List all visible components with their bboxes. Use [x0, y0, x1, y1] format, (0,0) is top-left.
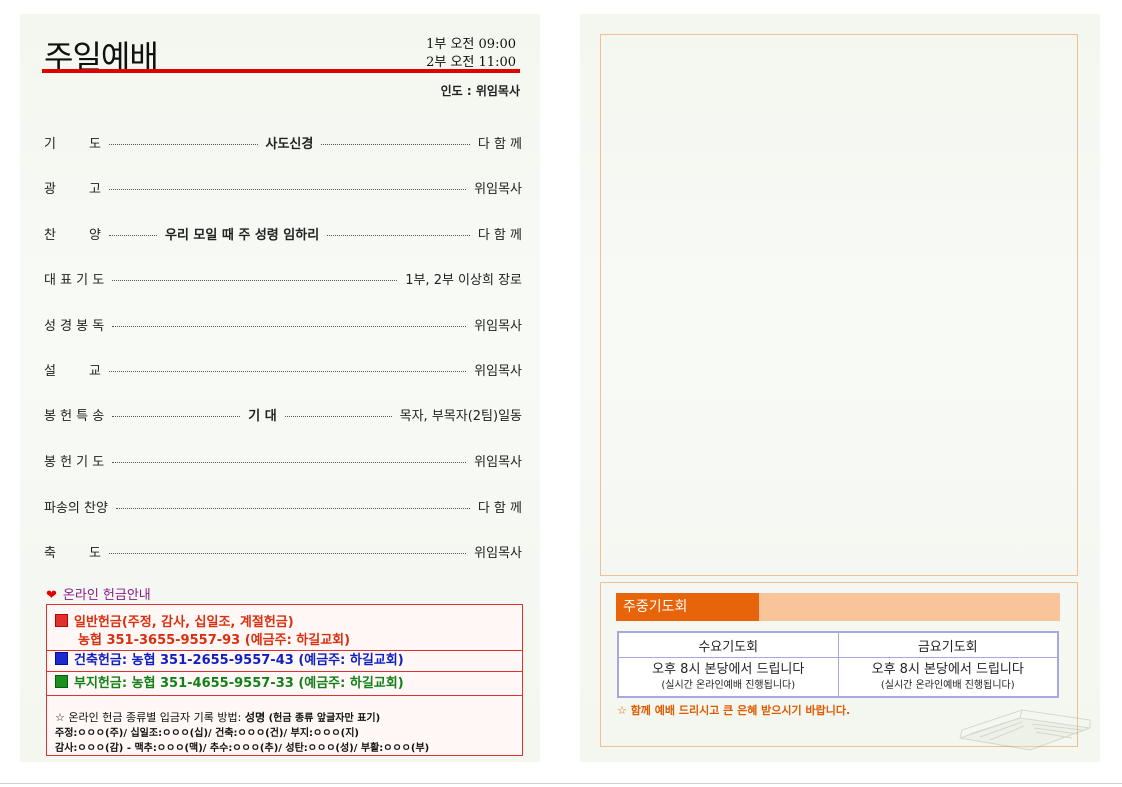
prayer-footer: ☆ 함께 예배 드리시고 큰 은혜 받으시기 바랍니다.	[617, 704, 851, 717]
order-label: 파송의 찬양	[44, 500, 108, 516]
prayer-header-row: 수요기도회 금요기도회	[617, 631, 1059, 658]
dot-leader	[327, 234, 470, 236]
order-row: 광 고 위임목사	[44, 177, 522, 197]
order-label: 기 도	[44, 136, 101, 152]
service-leader: 인도 : 위임목사	[440, 84, 520, 98]
offering-note: ☆ 온라인 헌금 종류별 입금자 기록 방법: 성명 (헌금 종류 앞글자만 표…	[55, 710, 515, 756]
bottom-divider	[0, 783, 1122, 784]
order-label: 봉 헌 기 도	[44, 454, 105, 470]
dot-leader	[321, 143, 470, 145]
dot-leader	[108, 234, 157, 236]
order-row: 봉 헌 특 송 기 대 목자, 부목자(2팀)일동	[44, 404, 522, 424]
square-bullet-icon	[55, 675, 68, 688]
order-label: 축 도	[44, 545, 101, 561]
dot-leader	[108, 143, 258, 145]
friday-main: 오후 8시 본당에서 드립니다	[871, 661, 1024, 677]
square-bullet-icon	[55, 652, 68, 665]
order-row: 성 경 봉 독 위임목사	[44, 314, 522, 334]
square-bullet-icon	[55, 614, 68, 627]
dot-leader	[112, 279, 398, 281]
order-person: 다 함 께	[477, 500, 522, 516]
general-offering-account: 농협 351-3655-9557-93 (예금주: 하길교회)	[78, 633, 351, 648]
note-line-2: 주정:ㅇㅇㅇ(주)/ 십일조:ㅇㅇㅇ(십)/ 건축:ㅇㅇㅇ(건)/ 부지:ㅇㅇㅇ…	[55, 728, 359, 739]
order-person: 위임목사	[474, 363, 522, 379]
service-time-1: 1부 오전 09:00	[426, 37, 516, 52]
land-offering: 부지헌금: 농협 351-4655-9557-33 (예금주: 하길교회)	[47, 672, 522, 696]
order-row: 찬 양 우리 모일 때 주 성령 임하리 다 함 께	[44, 223, 522, 243]
dot-leader	[112, 325, 467, 327]
title-underline	[42, 69, 520, 73]
order-label: 봉 헌 특 송	[44, 408, 105, 424]
general-offering: 일반헌금(주정, 감사, 십일조, 계절헌금) 농협 351-3655-9557…	[47, 605, 522, 651]
order-row: 기 도 사도신경 다 함 께	[44, 132, 522, 152]
dot-leader	[108, 370, 467, 372]
wednesday-cell: 오후 8시 본당에서 드립니다 (실시간 온라인예배 진행됩니다)	[617, 657, 839, 698]
order-row: 설 교 위임목사	[44, 359, 522, 379]
offering-box: 일반헌금(주정, 감사, 십일조, 계절헌금) 농협 351-3655-9557…	[46, 604, 523, 756]
dot-leader	[115, 507, 470, 509]
wednesday-main: 오후 8시 본당에서 드립니다	[652, 661, 805, 677]
open-book-image	[959, 709, 1091, 751]
order-label: 설 교	[44, 363, 101, 379]
note-intro: ☆ 온라인 헌금 종류별 입금자 기록 방법:	[55, 711, 245, 724]
order-person: 위임목사	[474, 318, 522, 334]
order-label: 성 경 봉 독	[44, 318, 105, 334]
note-suffix: (헌금 종류 앞글자만 표기)	[265, 713, 381, 724]
prayer-header-bar: 주중기도회	[616, 593, 1060, 621]
order-item: 사도신경	[265, 136, 314, 152]
service-times: 1부 오전 09:00 2부 오전 11:00	[426, 36, 516, 72]
order-person: 다 함 께	[477, 227, 522, 243]
order-label: 광 고	[44, 181, 101, 197]
dot-leader	[284, 415, 392, 417]
friday-header: 금요기도회	[837, 631, 1059, 658]
wednesday-header: 수요기도회	[617, 631, 839, 658]
content-frame	[600, 34, 1078, 576]
order-label: 찬 양	[44, 227, 101, 243]
general-offering-label: 일반헌금(주정, 감사, 십일조, 계절헌금)	[74, 615, 294, 630]
order-row: 축 도 위임목사	[44, 541, 522, 561]
dot-leader	[112, 461, 467, 463]
land-offering-text: 부지헌금: 농협 351-4655-9557-33 (예금주: 하길교회)	[74, 676, 404, 691]
note-line-3: 감사:ㅇㅇㅇ(감) - 맥추:ㅇㅇㅇ(맥)/ 추수:ㅇㅇㅇ(추)/ 성탄:ㅇㅇㅇ…	[55, 743, 430, 754]
dot-leader	[108, 552, 467, 554]
order-row: 파송의 찬양 다 함 께	[44, 496, 522, 516]
worship-order-page: 주일예배 1부 오전 09:00 2부 오전 11:00 인도 : 위임목사 기…	[20, 14, 540, 762]
note-bold: 성명	[244, 711, 266, 724]
order-person: 위임목사	[474, 545, 522, 561]
order-row: 대 표 기 도 1부, 2부 이상희 장로	[44, 268, 522, 288]
heart-icon: ❤	[46, 588, 57, 603]
order-person: 목자, 부목자(2팀)일동	[399, 408, 522, 424]
building-offering: 건축헌금: 농협 351-2655-9557-43 (예금주: 하길교회)	[47, 650, 522, 672]
order-person: 다 함 께	[477, 136, 523, 152]
offering-title: 온라인 헌금안내	[62, 588, 151, 603]
order-row: 봉 헌 기 도 위임목사	[44, 450, 522, 470]
prayer-title: 주중기도회	[616, 593, 759, 621]
order-item: 우리 모일 때 주 성령 임하리	[164, 227, 320, 243]
wednesday-sub: (실시간 온라인예배 진행됩니다)	[661, 679, 796, 691]
order-label: 대 표 기 도	[44, 272, 105, 288]
building-offering-text: 건축헌금: 농협 351-2655-9557-43 (예금주: 하길교회)	[74, 653, 404, 668]
dot-leader	[108, 188, 467, 190]
dot-leader	[112, 415, 241, 417]
order-person: 위임목사	[474, 454, 522, 470]
offering-heading: ❤ 온라인 헌금안내	[46, 584, 151, 603]
order-item: 기 대	[248, 408, 277, 424]
order-person: 1부, 2부 이상희 장로	[405, 272, 522, 288]
order-person: 위임목사	[474, 181, 522, 197]
